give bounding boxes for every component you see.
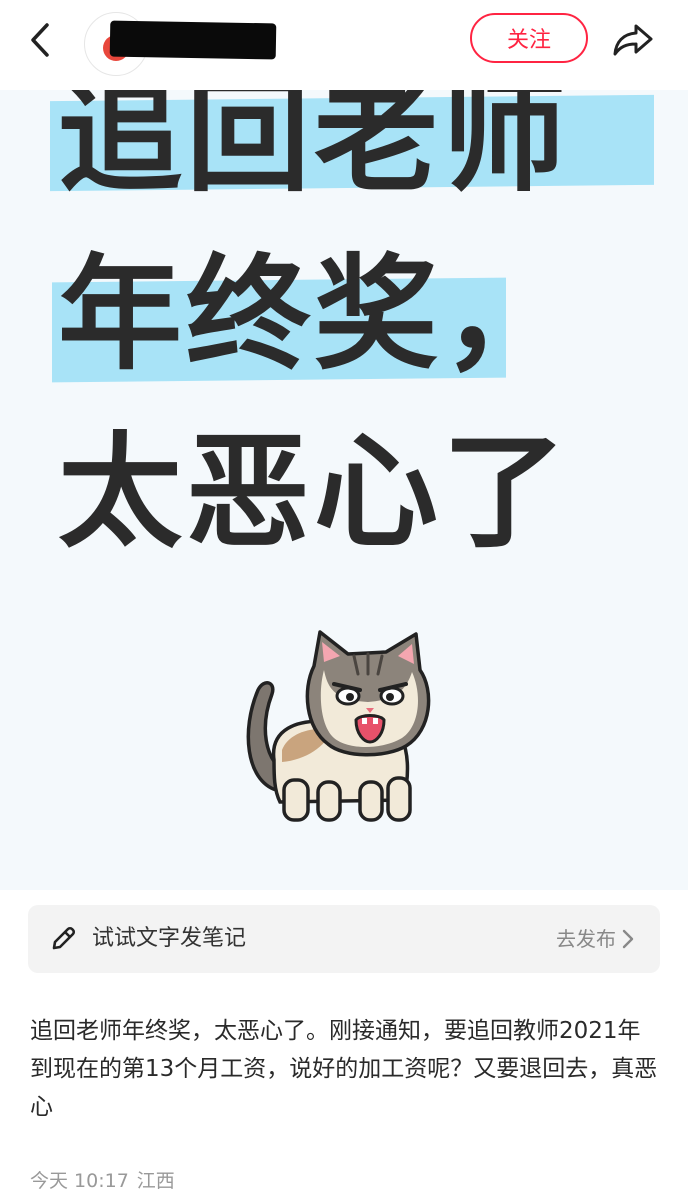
- pencil-icon: [52, 926, 76, 950]
- back-button[interactable]: [20, 18, 60, 62]
- post-time: 今天 10:17: [30, 1170, 129, 1192]
- post-content: 追回老师年终奖，太恶心了。刚接通知，要追回教师2021年到现在的第13个月工资，…: [30, 1018, 658, 1120]
- headline-line-1: 追回老师: [58, 90, 571, 209]
- angry-cat-icon: [246, 630, 431, 822]
- share-button[interactable]: [608, 16, 658, 64]
- top-bar: 关注: [0, 0, 688, 91]
- post-location: 江西: [136, 1170, 175, 1192]
- note-prompt-text: 试试文字发笔记: [92, 926, 247, 951]
- publish-label: 去发布: [556, 927, 616, 951]
- publish-link[interactable]: 去发布: [556, 905, 634, 973]
- username-redacted[interactable]: [109, 20, 277, 60]
- post-meta: 今天 10:17 江西: [30, 1166, 183, 1193]
- headline-line-2: 年终奖，: [58, 243, 571, 387]
- share-arrow-icon: [613, 24, 653, 56]
- chevron-left-icon: [31, 23, 49, 57]
- text-note-prompt[interactable]: 试试文字发笔记 去发布: [28, 905, 660, 973]
- post-image[interactable]: 追回老师 年终奖， 太恶心了: [0, 90, 688, 890]
- chevron-right-icon: [622, 929, 634, 949]
- headline-line-3: 太恶心了: [58, 421, 571, 565]
- follow-button[interactable]: 关注: [470, 13, 588, 63]
